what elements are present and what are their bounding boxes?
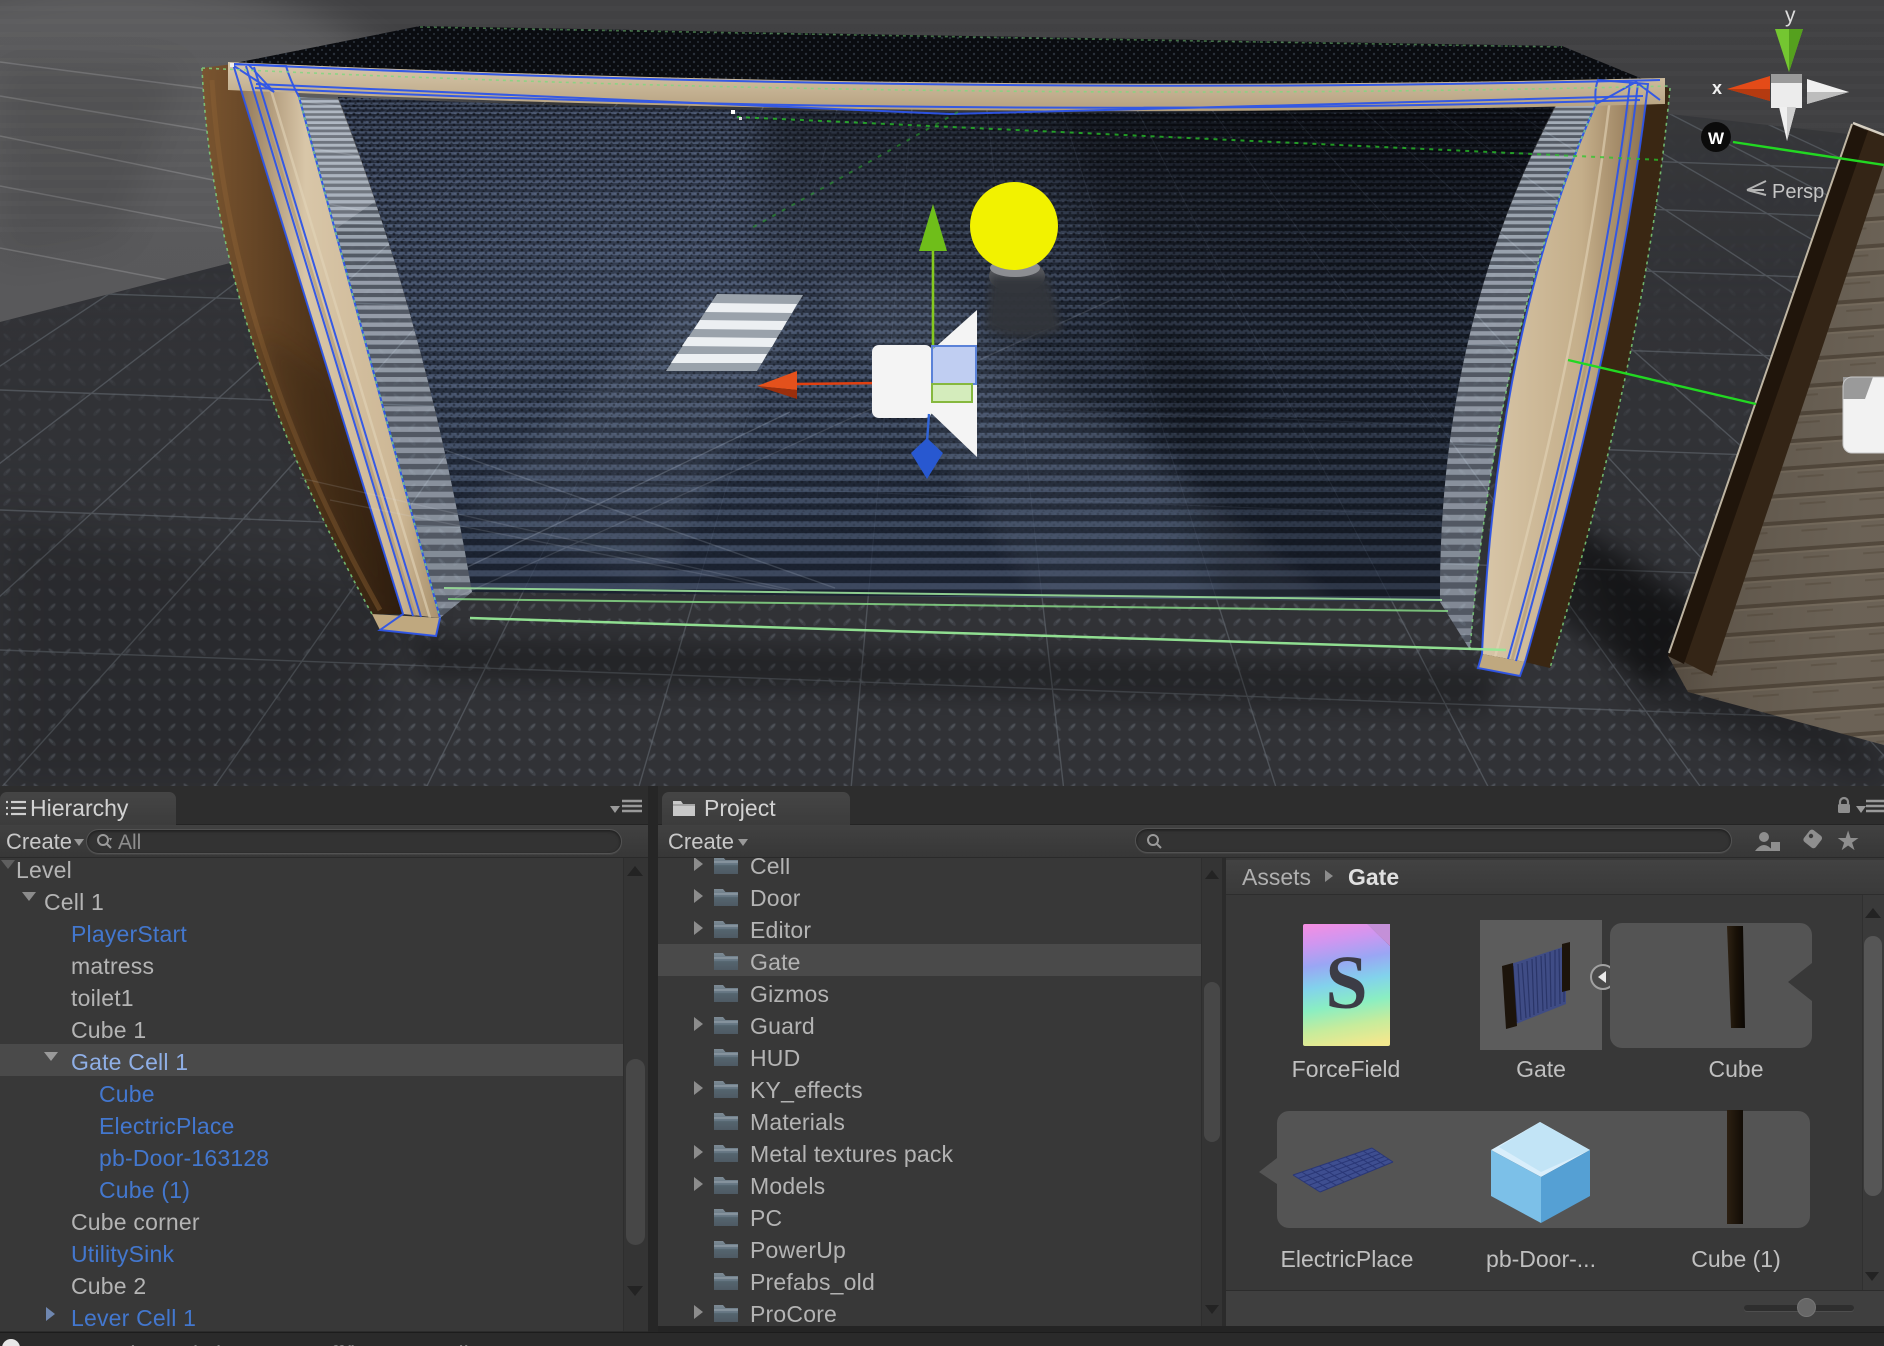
svg-text:W: W [1708, 129, 1725, 148]
svg-text:x: x [1712, 78, 1722, 98]
svg-text:Persp: Persp [1772, 181, 1824, 203]
svg-text:y: y [1785, 4, 1796, 27]
